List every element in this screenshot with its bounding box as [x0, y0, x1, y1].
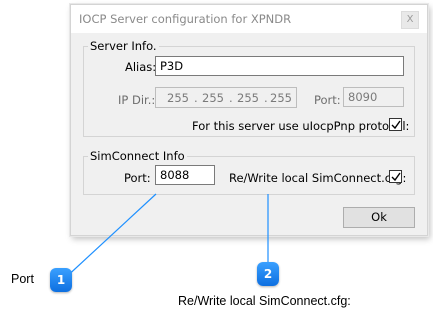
callout-2-caption: Re/Write local SimConnect.cfg: [178, 294, 351, 308]
callout-2-badge: 2 [257, 262, 279, 286]
callout-line-1 [62, 193, 157, 281]
callout-1-caption: Port [11, 272, 34, 286]
callout-1-badge: 1 [50, 268, 72, 292]
